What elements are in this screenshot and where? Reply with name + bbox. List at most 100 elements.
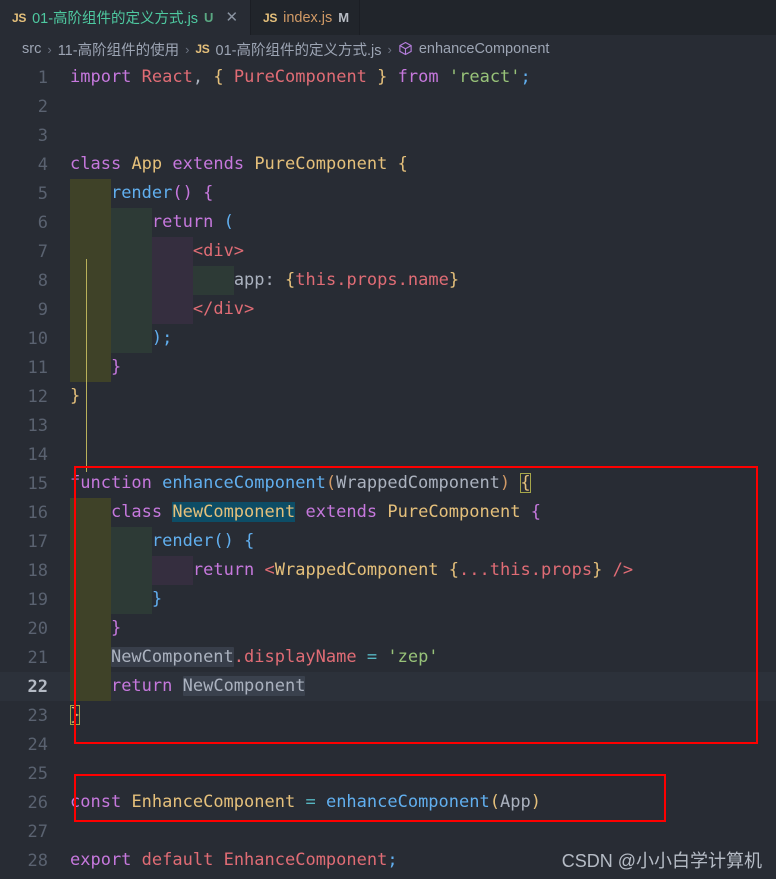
code-line[interactable]: 7 <div> (0, 237, 776, 266)
line-content[interactable]: return <WrappedComponent {...this.props}… (70, 556, 776, 585)
indent-guide (110, 527, 152, 556)
code-editor[interactable]: 1 import React, { PureComponent } from '… (0, 63, 776, 879)
line-content[interactable]: } (70, 585, 776, 614)
tab-01-高阶组件的定义方式-js[interactable]: JS 01-高阶组件的定义方式.js U ✕ (0, 0, 252, 35)
indent-guide (151, 556, 193, 585)
tab-label: index.js (283, 9, 333, 26)
line-content[interactable]: ); (70, 324, 776, 353)
code-line[interactable]: 25 (0, 759, 776, 788)
line-number: 22 (27, 676, 48, 697)
line-number: 21 (27, 647, 48, 668)
line-content[interactable]: render() { (70, 527, 776, 556)
code-line[interactable]: 15 function enhanceComponent(WrappedComp… (0, 469, 776, 498)
js-file-icon: JS (263, 10, 278, 25)
code-line[interactable]: 13 (0, 411, 776, 440)
line-number: 26 (27, 792, 48, 813)
code-line[interactable]: 21 NewComponent.displayName = 'zep' (0, 643, 776, 672)
chevron-right-icon: › (387, 41, 392, 57)
bracket-match: { (520, 473, 531, 493)
code-line[interactable]: 6 return ( (0, 208, 776, 237)
word-occurrence[interactable]: NewComponent (182, 676, 306, 696)
line-content[interactable]: class App extends PureComponent { (70, 150, 776, 179)
line-content[interactable]: import React, { PureComponent } from 're… (70, 63, 776, 92)
code-line[interactable]: 5 render() { (0, 179, 776, 208)
code-line[interactable]: 23 } (0, 701, 776, 730)
line-number: 12 (27, 386, 48, 407)
js-file-icon: JS (12, 10, 27, 25)
close-icon[interactable]: ✕ (223, 10, 240, 25)
line-content[interactable]: class NewComponent extends PureComponent… (70, 498, 776, 527)
indent-guide (70, 266, 111, 295)
cube-icon (398, 41, 413, 57)
code-line[interactable]: 19 } (0, 585, 776, 614)
code-line[interactable]: 2 (0, 92, 776, 121)
code-line[interactable]: 20 } (0, 614, 776, 643)
indent-guide (70, 179, 111, 208)
indent-guide (70, 208, 111, 237)
line-content[interactable]: return ( (70, 208, 776, 237)
indent-guide (70, 498, 111, 527)
indent-guide (110, 237, 152, 266)
line-content[interactable]: <div> (70, 237, 776, 266)
code-line[interactable]: 9 </div> (0, 295, 776, 324)
line-number: 7 (37, 241, 48, 262)
line-content[interactable]: } (70, 614, 776, 643)
breadcrumb-item-symbol[interactable]: enhanceComponent (419, 41, 550, 57)
line-content[interactable]: function enhanceComponent(WrappedCompone… (70, 469, 776, 498)
selected-word[interactable]: NewComponent (172, 502, 296, 522)
chevron-right-icon: › (47, 41, 52, 57)
code-line[interactable]: 16 class NewComponent extends PureCompon… (0, 498, 776, 527)
indent-guide (110, 324, 152, 353)
code-line[interactable]: 14 (0, 440, 776, 469)
line-content[interactable]: </div> (70, 295, 776, 324)
js-file-icon: JS (195, 42, 210, 56)
code-line[interactable]: 8 app: {this.props.name} (0, 266, 776, 295)
indent-guide (70, 614, 111, 643)
code-line-active[interactable]: 22 return NewComponent (0, 672, 776, 701)
indent-guide (110, 266, 152, 295)
word-occurrence[interactable]: NewComponent (110, 647, 234, 667)
code-line[interactable]: 11 } (0, 353, 776, 382)
code-line[interactable]: 17 render() { (0, 527, 776, 556)
indent-guide (151, 266, 193, 295)
tab-git-status-badge: U (204, 10, 214, 25)
code-line[interactable]: 24 (0, 730, 776, 759)
line-content[interactable]: NewComponent.displayName = 'zep' (70, 643, 776, 672)
indent-guide (110, 208, 152, 237)
line-number: 18 (27, 560, 48, 581)
breadcrumb-item-file[interactable]: 01-高阶组件的定义方式.js (216, 39, 382, 60)
line-number: 1 (37, 67, 48, 88)
code-line[interactable]: 12 } (0, 382, 776, 411)
code-line[interactable]: 4 class App extends PureComponent { (0, 150, 776, 179)
indent-guide (110, 556, 152, 585)
line-content[interactable]: render() { (70, 179, 776, 208)
line-number: 6 (37, 212, 48, 233)
line-number: 9 (37, 299, 48, 320)
indent-guide (70, 672, 111, 701)
breadcrumb-item-folder[interactable]: 11-高阶组件的使用 (58, 39, 179, 60)
line-number: 10 (27, 328, 48, 349)
code-line[interactable]: 1 import React, { PureComponent } from '… (0, 63, 776, 92)
indent-guide (70, 643, 111, 672)
indent-guide (110, 585, 152, 614)
line-content[interactable]: const EnhanceComponent = enhanceComponen… (70, 788, 776, 817)
line-number: 4 (37, 154, 48, 175)
line-content[interactable]: return NewComponent (70, 672, 776, 701)
code-line[interactable]: 27 (0, 817, 776, 846)
code-line[interactable]: 10 ); (0, 324, 776, 353)
active-indent-guide (86, 259, 87, 472)
code-line[interactable]: 18 return <WrappedComponent {...this.pro… (0, 556, 776, 585)
tab-label: 01-高阶组件的定义方式.js (32, 11, 199, 27)
breadcrumb-item-src[interactable]: src (22, 41, 41, 57)
csdn-watermark: CSDN @小小白学计算机 (561, 851, 762, 871)
line-content[interactable]: } (70, 701, 776, 730)
line-number: 15 (27, 473, 48, 494)
line-content[interactable]: } (70, 353, 776, 382)
tab-index-js[interactable]: JS index.js M (251, 0, 361, 35)
code-line[interactable]: 26 const EnhanceComponent = enhanceCompo… (0, 788, 776, 817)
line-content[interactable]: } (70, 382, 776, 411)
line-content[interactable]: app: {this.props.name} (70, 266, 776, 295)
line-number: 5 (37, 183, 48, 204)
code-line[interactable]: 3 (0, 121, 776, 150)
line-number: 13 (27, 415, 48, 436)
